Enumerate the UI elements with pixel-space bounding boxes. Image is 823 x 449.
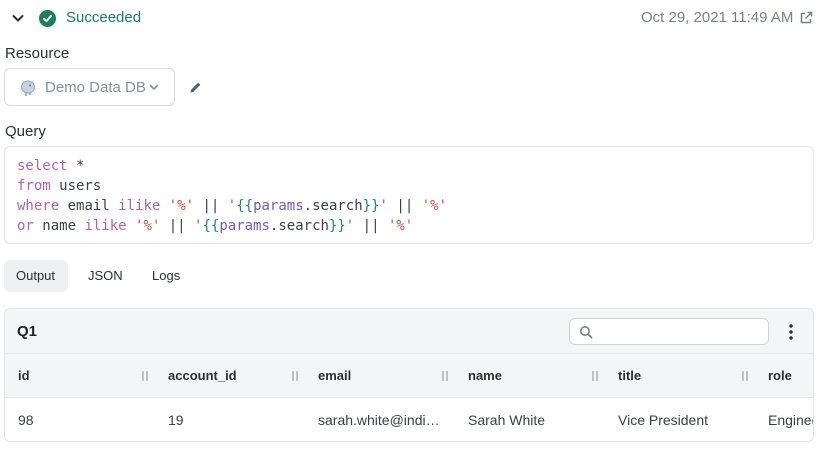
edit-pencil-icon[interactable] <box>188 80 203 95</box>
search-input[interactable] <box>600 322 760 342</box>
code-token: * <box>67 158 85 174</box>
query-section-label: Query <box>5 123 46 140</box>
code-token: }} <box>362 198 380 214</box>
column-label: title <box>618 368 642 383</box>
postgres-elephant-icon <box>21 80 35 96</box>
column-label: id <box>18 368 30 383</box>
caret-down-icon <box>149 84 159 90</box>
code-token: params <box>253 198 304 214</box>
code-token: from <box>17 178 51 194</box>
resource-section-label: Resource <box>5 45 70 62</box>
table-search[interactable] <box>569 318 769 345</box>
column-header-role[interactable]: role <box>755 354 813 398</box>
cell-id[interactable]: 98 <box>5 398 155 441</box>
code-token: params <box>219 218 270 234</box>
code-token: name <box>33 218 85 234</box>
column-header-row: id account_id email name title role <box>5 354 813 398</box>
tab-output[interactable]: Output <box>4 260 68 292</box>
code-token: ' <box>379 198 388 214</box>
code-token: where <box>17 198 60 214</box>
cell-account-id[interactable]: 19 <box>155 398 305 441</box>
code-token: || <box>194 198 228 214</box>
status-label: Succeeded <box>66 9 142 26</box>
cell-title[interactable]: Vice President <box>605 398 755 441</box>
column-header-account-id[interactable]: account_id <box>155 354 305 398</box>
query-code-line: select * <box>17 156 801 176</box>
query-code-line: where email ilike '%' || '{{params.searc… <box>17 196 801 216</box>
code-token: '%' <box>135 218 161 234</box>
code-token: || <box>354 218 388 234</box>
column-header-id[interactable]: id <box>5 354 155 398</box>
code-token: .search <box>303 198 363 214</box>
code-token: || <box>387 198 422 214</box>
column-header-email[interactable]: email <box>305 354 455 398</box>
external-link-icon[interactable] <box>799 11 813 25</box>
code-token: ' <box>227 198 237 214</box>
code-token: '%' <box>168 198 195 214</box>
code-token: ' <box>345 218 355 234</box>
code-token: email <box>59 198 119 214</box>
code-token: {{ <box>202 218 220 234</box>
tab-json[interactable]: JSON <box>76 260 135 292</box>
query-code-line: from users <box>17 176 801 196</box>
more-vertical-icon[interactable] <box>787 323 795 341</box>
code-token: || <box>160 218 195 234</box>
code-token: ilike <box>118 198 161 214</box>
chevron-down-icon[interactable] <box>10 10 26 26</box>
code-token: users <box>50 178 102 194</box>
query-editor[interactable]: select * from users where email ilike '%' … <box>4 146 814 244</box>
success-check-icon <box>39 10 56 27</box>
column-label: email <box>318 368 352 383</box>
cell-email[interactable]: sarah.white@indi… <box>305 398 455 441</box>
query-code-line: or name ilike '%' || ' {{params.search}} '… <box>17 216 801 236</box>
results-table: Q1 id account_id email name title role 9… <box>4 308 814 442</box>
column-header-title[interactable]: title <box>605 354 755 398</box>
column-resize-handle-icon[interactable] <box>592 371 598 381</box>
run-timestamp: Oct 29, 2021 11:49 AM <box>641 9 794 26</box>
table-toolbar: Q1 <box>5 309 813 354</box>
code-token: {{ <box>236 198 254 214</box>
code-token: ilike <box>84 218 127 234</box>
tab-logs[interactable]: Logs <box>140 260 192 292</box>
column-resize-handle-icon[interactable] <box>442 371 448 381</box>
code-token: '%' <box>387 218 414 234</box>
run-status-row: Succeeded Oct 29, 2021 11:49 AM <box>0 0 823 36</box>
column-label: account_id <box>168 368 237 383</box>
resource-selected-value: Demo Data DB <box>45 79 146 96</box>
code-token: or <box>17 218 34 234</box>
column-header-name[interactable]: name <box>455 354 605 398</box>
column-resize-handle-icon[interactable] <box>142 371 148 381</box>
cell-role[interactable]: Engineer <box>755 398 813 441</box>
column-resize-handle-icon[interactable] <box>742 371 748 381</box>
column-resize-handle-icon[interactable] <box>292 371 298 381</box>
column-label: name <box>468 368 502 383</box>
table-row[interactable]: 98 19 sarah.white@indi… Sarah White Vice… <box>5 398 813 441</box>
code-token: select <box>17 158 68 174</box>
cell-name[interactable]: Sarah White <box>455 398 605 441</box>
code-token: }} <box>328 218 346 234</box>
table-title: Q1 <box>17 323 38 340</box>
resource-select[interactable]: Demo Data DB <box>4 68 175 106</box>
code-token: '%' <box>421 198 447 214</box>
column-label: role <box>768 368 792 383</box>
code-token: .search <box>269 218 329 234</box>
search-icon <box>580 326 593 339</box>
